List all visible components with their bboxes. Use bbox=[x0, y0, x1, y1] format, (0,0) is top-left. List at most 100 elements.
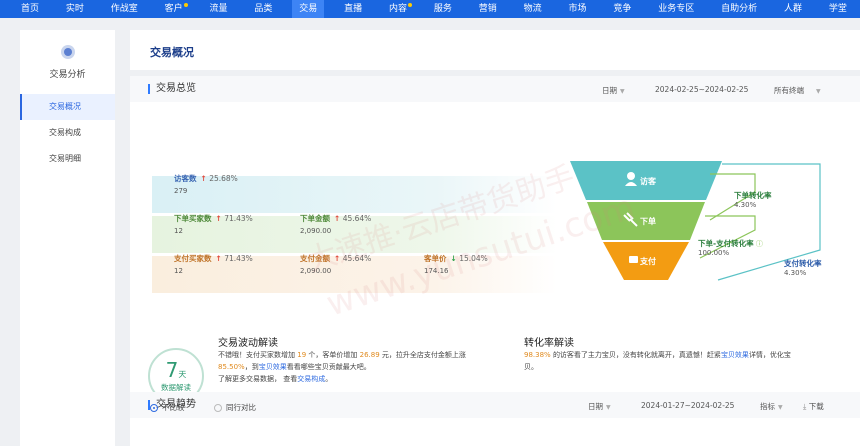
metric-change-value: 45.64% bbox=[342, 254, 372, 263]
metric-label: 支付买家数 ↑ 71.43% bbox=[174, 253, 253, 264]
funnel-pay-label: 支付 bbox=[640, 257, 656, 266]
radio-unchecked-icon bbox=[214, 403, 222, 412]
sidebar: 交易分析 交易概况 交易构成 交易明细 bbox=[20, 30, 115, 446]
metric-selector[interactable]: 指标 ▼ bbox=[760, 401, 783, 412]
link-transaction-composition[interactable]: 交易构成 bbox=[297, 375, 325, 383]
date-range: 2024-02-25~2024-02-25 bbox=[655, 85, 749, 94]
order-pay-rate-label: 下单-支付转化率 bbox=[698, 239, 754, 248]
nav-logistics[interactable]: 物流 bbox=[517, 0, 549, 18]
fluct-text: 元，拉升全店支付金额上涨 bbox=[381, 351, 466, 359]
pay-rate-value: 4.30% bbox=[784, 269, 807, 277]
nav-crowd[interactable]: 人群 bbox=[777, 0, 809, 18]
order-pay-rate: 下单-支付转化率 ⓘ 100.00% bbox=[698, 238, 763, 257]
sidebar-item-detail[interactable]: 交易明细 bbox=[20, 146, 115, 172]
sidebar-item-overview[interactable]: 交易概况 bbox=[20, 94, 115, 120]
analysis-icon-dot bbox=[63, 47, 72, 56]
chevron-down-icon: ▼ bbox=[620, 88, 625, 95]
metric-change: ↑ 45.64% bbox=[334, 254, 371, 263]
nav-competition[interactable]: 竞争 bbox=[606, 0, 638, 18]
nav-live[interactable]: 直播 bbox=[337, 0, 369, 18]
metric-label: 客单价 ↓ 15.04% bbox=[424, 253, 488, 264]
nav-content[interactable]: 内容 bbox=[382, 0, 414, 18]
funnel-visit-label: 访客 bbox=[640, 177, 656, 186]
download-label: 下载 bbox=[808, 402, 824, 411]
user-icon bbox=[627, 172, 635, 180]
trend-section: 交易趋势 日期 ▼ 2024-01-27~2024-02-25 指标 ▼ ⤓ 下载 bbox=[130, 392, 860, 446]
fluct-text: 不错哦！支付买家数增加 bbox=[218, 351, 295, 359]
nav-customers[interactable]: 客户 bbox=[158, 0, 190, 18]
date-label: 日期 bbox=[588, 402, 603, 411]
funnel-order-label: 下单 bbox=[640, 217, 656, 226]
conv-interp-body: 98.38% 的访客看了主力宝贝，没有转化就离开，真遗憾！赶紧宝贝效果详情，优化… bbox=[524, 349, 794, 373]
order-rate-value: 4.30% bbox=[734, 201, 757, 209]
info-icon[interactable]: ⓘ bbox=[756, 240, 763, 248]
fluct-text: 个，客单价增加 bbox=[308, 351, 358, 359]
metric-value: 2,090.00 bbox=[300, 267, 332, 275]
metric-change-value: 25.68% bbox=[209, 174, 238, 183]
metric-label: 支付金额 ↑ 45.64% bbox=[300, 253, 371, 264]
conversion-funnel bbox=[570, 161, 821, 281]
download-button[interactable]: ⤓ 下载 bbox=[803, 401, 824, 412]
link-item-effect[interactable]: 宝贝效果 bbox=[259, 363, 287, 371]
nav-transaction[interactable]: 交易 bbox=[292, 0, 325, 18]
overview-header: 交易总览 日期 ▼ 2024-02-25~2024-02-25 所有终端 ▼ bbox=[130, 76, 860, 102]
radio-peer-compare[interactable]: 同行对比 bbox=[214, 402, 256, 413]
fluct-text: 查看 bbox=[283, 375, 298, 383]
pay-rate-label: 支付转化率 bbox=[784, 259, 822, 268]
metric-order-amount: 下单金额 ↑ 45.64% 2,090.00 bbox=[300, 213, 371, 235]
nav-label: 客户 bbox=[164, 4, 183, 14]
page-title-card: 交易概况 bbox=[130, 30, 860, 70]
metric-name: 下单金额 bbox=[300, 214, 330, 223]
radio-checked-icon bbox=[150, 403, 158, 412]
trend-date-selector[interactable]: 日期 ▼ bbox=[588, 401, 611, 412]
nav-category[interactable]: 品类 bbox=[247, 0, 279, 18]
fluct-text: 了解更多交易数据， bbox=[218, 375, 281, 383]
arrow-down-icon: ↓ bbox=[450, 254, 457, 263]
nav-label: 内容 bbox=[389, 4, 408, 14]
metric-value: 2,090.00 bbox=[300, 227, 332, 235]
metric-name: 下单买家数 bbox=[174, 214, 212, 223]
badge-number: 7天 bbox=[166, 360, 187, 380]
nav-traffic[interactable]: 流量 bbox=[203, 0, 235, 18]
nav-realtime[interactable]: 实时 bbox=[59, 0, 91, 18]
chevron-down-icon: ▼ bbox=[816, 88, 821, 95]
metric-value: 12 bbox=[174, 267, 183, 275]
nav-business-zone[interactable]: 业务专区 bbox=[651, 0, 701, 18]
metric-name: 支付买家数 bbox=[174, 254, 212, 263]
metric-selector-label: 指标 bbox=[760, 402, 775, 411]
fluct-num: 85.50% bbox=[218, 363, 245, 371]
arrow-up-icon: ↑ bbox=[215, 214, 222, 223]
link-item-effect-2[interactable]: 宝贝效果 bbox=[721, 351, 749, 359]
fluct-text: 。 bbox=[325, 375, 333, 383]
wallet-icon bbox=[629, 256, 638, 263]
fluct-num: 26.89 bbox=[359, 351, 380, 359]
date-selector[interactable]: 日期 ▼ bbox=[602, 85, 625, 96]
metric-unit-price: 客单价 ↓ 15.04% 174.16 bbox=[424, 253, 488, 275]
badge-sub: 数据解读 bbox=[161, 382, 191, 392]
overview-title: 交易总览 bbox=[148, 84, 196, 94]
fluct-title: 交易波动解读 bbox=[218, 338, 278, 349]
conv-interp-title: 转化率解读 bbox=[524, 338, 574, 349]
radio-no-compare[interactable]: 不比较 bbox=[150, 402, 185, 413]
metric-name: 访客数 bbox=[174, 174, 197, 183]
metric-change-value: 15.04% bbox=[459, 254, 488, 263]
nav-academy[interactable]: 学堂 bbox=[822, 0, 854, 18]
page-title: 交易概况 bbox=[150, 46, 194, 59]
overview-section: 交易总览 日期 ▼ 2024-02-25~2024-02-25 所有终端 ▼ 访客数… bbox=[130, 76, 860, 414]
nav-self-analysis[interactable]: 自助分析 bbox=[714, 0, 764, 18]
nav-home[interactable]: 首页 bbox=[14, 0, 46, 18]
sidebar-title: 交易分析 bbox=[49, 69, 86, 80]
date-label: 日期 bbox=[602, 86, 617, 95]
nav-war-room[interactable]: 作战室 bbox=[104, 0, 145, 18]
metric-order-buyers: 下单买家数 ↑ 71.43% 12 bbox=[174, 213, 253, 235]
nav-market[interactable]: 市场 bbox=[562, 0, 594, 18]
order-rate: 下单转化率 4.30% bbox=[734, 190, 772, 209]
nav-marketing[interactable]: 营销 bbox=[472, 0, 504, 18]
fluct-text: ，到 bbox=[244, 363, 259, 371]
terminal-selector[interactable]: 所有终端 ▼ bbox=[774, 85, 821, 96]
trend-date-range: 2024-01-27~2024-02-25 bbox=[641, 401, 735, 410]
sidebar-item-composition[interactable]: 交易构成 bbox=[20, 120, 115, 146]
metric-value: 12 bbox=[174, 227, 183, 235]
metric-value: 279 bbox=[174, 187, 188, 195]
nav-service[interactable]: 服务 bbox=[427, 0, 459, 18]
